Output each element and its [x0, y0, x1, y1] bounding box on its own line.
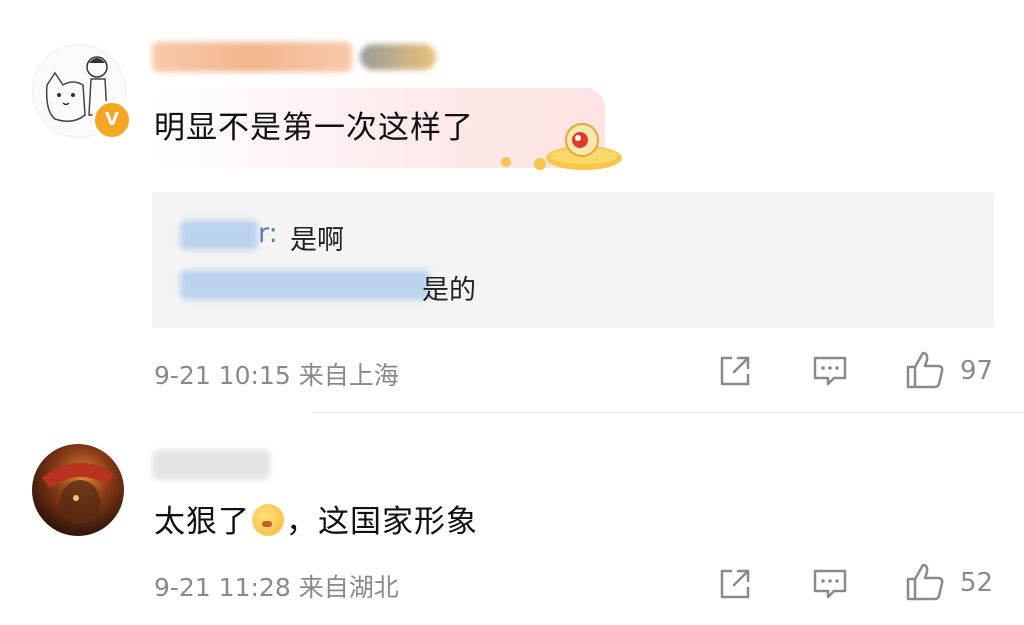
comment-icon [813, 569, 847, 599]
thumbs-up-icon [906, 563, 944, 601]
reply-username-blurred[interactable] [180, 270, 430, 300]
comment-text-part: ，这国家形象 [286, 504, 478, 540]
thumbs-up-icon [906, 351, 944, 389]
replies-box[interactable] [152, 192, 994, 328]
user-avatar[interactable] [32, 444, 124, 536]
comment-text: 太狠了 ，这国家形象 [154, 496, 478, 541]
share-icon [720, 569, 750, 599]
comment-icon [813, 356, 847, 386]
reply-username-blurred[interactable] [180, 220, 258, 250]
cartoon-character-avatar-icon [42, 462, 114, 524]
reply-text: 是啊 [290, 225, 344, 256]
reply-username-suffix[interactable]: r: [258, 218, 278, 249]
comment-button[interactable] [810, 352, 850, 390]
comment-button[interactable] [810, 565, 850, 603]
ufo-bubble-decoration-icon [501, 123, 622, 170]
user-level-badge [360, 44, 436, 70]
comment-text: 明显不是第一次这样了 [154, 110, 474, 146]
like-count: 97 [960, 356, 994, 386]
like-button[interactable] [904, 562, 946, 602]
like-button[interactable] [904, 350, 946, 390]
reply-text: 是的 [422, 275, 476, 306]
share-button[interactable] [716, 352, 754, 390]
username-blurred[interactable] [152, 42, 352, 72]
comment-meta: 9-21 10:15 来自上海 [154, 356, 399, 392]
timestamp: 9-21 11:28 [154, 573, 291, 602]
comment-divider [312, 412, 1024, 413]
share-button[interactable] [716, 565, 754, 603]
like-count: 52 [960, 568, 994, 598]
shushing-face-emoji-icon [252, 504, 284, 536]
comment-meta: 9-21 11:28 来自湖北 [154, 568, 399, 604]
timestamp: 9-21 10:15 [154, 361, 291, 390]
verified-badge: V [92, 100, 132, 140]
location: 来自湖北 [298, 573, 399, 602]
location: 来自上海 [298, 361, 399, 390]
username-blurred[interactable] [152, 450, 270, 480]
comment-text-part: 太狠了 [154, 504, 250, 540]
share-icon [720, 356, 750, 386]
